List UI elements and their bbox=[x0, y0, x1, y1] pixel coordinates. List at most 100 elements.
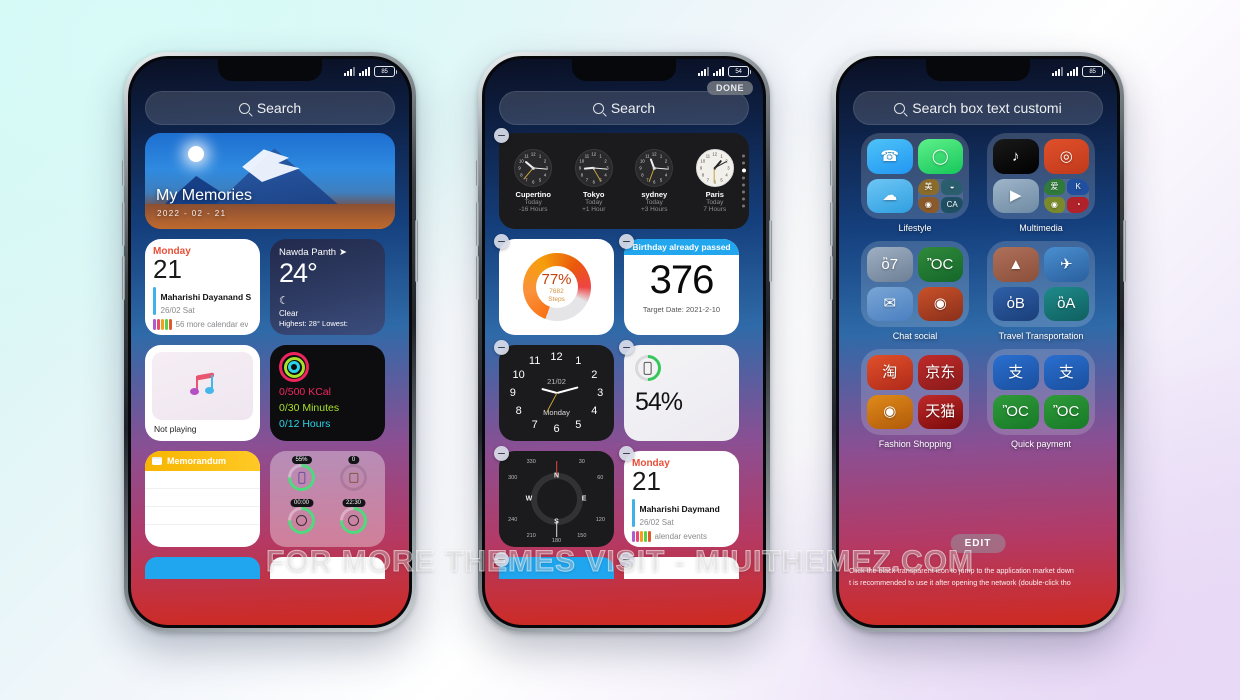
analog-clock-widget[interactable]: 21/02 Monday 1 2 3 4 5 6 7 8 9 10 11 12 bbox=[494, 340, 614, 441]
clock-day: Today bbox=[585, 199, 603, 206]
app-icon[interactable]: ◉ bbox=[917, 286, 963, 321]
remove-widget-button[interactable] bbox=[494, 340, 509, 355]
volume-up-button[interactable] bbox=[122, 202, 125, 246]
folder-fashion-shopping[interactable]: 淘 京东 ◉ 天猫 Fashion Shopping bbox=[861, 349, 969, 449]
clock-offset: -16 Hours bbox=[518, 206, 548, 213]
app-icon[interactable]: ὊC bbox=[917, 247, 963, 282]
app-icon[interactable]: K bbox=[1067, 178, 1089, 195]
app-icon[interactable]: 爱 bbox=[1043, 178, 1066, 195]
app-icon[interactable]: CA bbox=[941, 196, 963, 213]
app-icon[interactable]: 美 bbox=[917, 178, 940, 195]
volume-down-button[interactable] bbox=[476, 256, 479, 300]
app-icon[interactable]: ◯ bbox=[917, 139, 963, 174]
app-icon[interactable]: 京东 bbox=[917, 355, 963, 390]
clock-city: Cupertino bbox=[515, 190, 551, 199]
memo-widget[interactable]: Memorandum bbox=[145, 451, 260, 547]
power-button[interactable] bbox=[769, 220, 772, 282]
calendar-widget[interactable]: Monday 21 Maharishi Daymand 26/02 Sat al… bbox=[619, 446, 739, 547]
fitness-widget[interactable]: 0/500 KCal 0/30 Minutes 0/12 Hours bbox=[270, 345, 385, 441]
remove-widget-button[interactable] bbox=[494, 234, 509, 249]
search-bar[interactable]: Search bbox=[145, 91, 395, 125]
folder-chat-social[interactable]: ὂ7 ὊC ✉ ◉ Chat social bbox=[861, 241, 969, 341]
calendar-widget[interactable]: Monday 21 Maharishi Dayanand S 26/02 Sat bbox=[145, 239, 260, 335]
app-icon[interactable]: ◔ bbox=[1067, 196, 1089, 213]
volume-down-button[interactable] bbox=[830, 256, 833, 300]
widget-row-1: 123456789101112 Cupertino Today -16 Hour… bbox=[494, 128, 749, 229]
app-icon[interactable]: ✈ bbox=[1043, 247, 1089, 282]
app-glyph: ◉ bbox=[933, 295, 947, 313]
widget-grid-edit-mode: 123456789101112 Cupertino Today -16 Hour… bbox=[494, 128, 749, 621]
memo-line bbox=[145, 507, 260, 525]
search-bar[interactable]: Search box text customi bbox=[853, 91, 1103, 125]
steps-widget[interactable]: 77% 7682 Steps bbox=[494, 234, 614, 335]
volume-up-button[interactable] bbox=[830, 202, 833, 246]
mute-switch[interactable] bbox=[122, 160, 125, 186]
done-button[interactable]: DONE bbox=[706, 81, 753, 95]
app-icon[interactable]: ὀB bbox=[993, 286, 1039, 321]
app-icon[interactable]: 支 bbox=[993, 355, 1039, 390]
weather-condition: Clear bbox=[279, 309, 299, 318]
alarm-icon bbox=[296, 514, 307, 526]
battery-quad-widget[interactable]: 55% 0 00:00 22:30 bbox=[270, 451, 385, 547]
compass-cardinal: S bbox=[554, 518, 559, 526]
folder-preview: 淘 京东 ◉ 天猫 bbox=[861, 349, 969, 435]
app-icon[interactable]: ◉ bbox=[917, 196, 940, 213]
app-subfolder[interactable]: 美 ◒ ◉ CA bbox=[917, 178, 963, 213]
app-icon[interactable]: ♪ bbox=[993, 139, 1039, 174]
volume-down-button[interactable] bbox=[122, 256, 125, 300]
partial-widget-left[interactable] bbox=[494, 552, 614, 579]
search-bar[interactable]: Search bbox=[499, 91, 749, 125]
compass-degree: 240 bbox=[508, 517, 518, 524]
app-icon[interactable]: 支 bbox=[1043, 355, 1089, 390]
app-icon[interactable]: 天猫 bbox=[917, 394, 963, 429]
compass-widget[interactable]: N E S W 30 60 120 150 180 210 240 300 330 bbox=[494, 446, 614, 547]
folder-grid: ☎ ◯ ☁ 美 ◒ ◉ CA Lifestyle ♪ ◎ ▶ 爱 K ◉ ◔ Multimedia ὂ7 ὊC… bbox=[855, 133, 1101, 457]
folder-travel-transportation[interactable]: ▲ ✈ ὀB ὂA Travel Transportation bbox=[987, 241, 1095, 341]
app-icon[interactable]: 淘 bbox=[867, 355, 913, 390]
power-button[interactable] bbox=[415, 220, 418, 282]
mute-switch[interactable] bbox=[476, 160, 479, 186]
remove-widget-button[interactable] bbox=[619, 446, 634, 461]
app-subfolder[interactable]: 爱 K ◉ ◔ bbox=[1043, 178, 1089, 213]
remove-widget-button[interactable] bbox=[619, 552, 634, 567]
partial-widget-right[interactable] bbox=[619, 552, 739, 579]
app-icon[interactable]: ὂ7 bbox=[867, 247, 913, 282]
partial-widget-right[interactable] bbox=[270, 557, 385, 579]
remove-widget-button[interactable] bbox=[494, 128, 509, 143]
folder-lifestyle[interactable]: ☎ ◯ ☁ 美 ◒ ◉ CA Lifestyle bbox=[861, 133, 969, 233]
app-icon[interactable]: ☎ bbox=[867, 139, 913, 174]
search-icon bbox=[238, 102, 250, 114]
volume-up-button[interactable] bbox=[476, 202, 479, 246]
music-widget[interactable]: Not playing bbox=[145, 345, 260, 441]
battery-sim-label: 0 bbox=[347, 456, 360, 464]
app-icon[interactable]: ◎ bbox=[1043, 139, 1089, 174]
remove-widget-button[interactable] bbox=[619, 234, 634, 249]
edit-button[interactable]: EDIT bbox=[950, 534, 1006, 553]
app-icon[interactable]: ὊC bbox=[993, 394, 1039, 429]
remove-widget-button[interactable] bbox=[619, 340, 634, 355]
weather-widget[interactable]: Nawda Panth ➤ 24° ☾ Clear Highest: 28° L… bbox=[270, 239, 385, 335]
page-indicator[interactable] bbox=[742, 154, 746, 208]
battery-widget[interactable]: 54% bbox=[619, 340, 739, 441]
app-icon[interactable]: ▶ bbox=[993, 178, 1039, 213]
remove-widget-button[interactable] bbox=[494, 552, 509, 567]
mute-switch[interactable] bbox=[830, 160, 833, 186]
power-button[interactable] bbox=[1123, 220, 1126, 282]
app-icon[interactable]: ὊC bbox=[1043, 394, 1089, 429]
memories-widget[interactable]: My Memories 2022 - 02 - 21 bbox=[145, 133, 395, 229]
folder-multimedia[interactable]: ♪ ◎ ▶ 爱 K ◉ ◔ Multimedia bbox=[987, 133, 1095, 233]
app-icon[interactable]: ✉ bbox=[867, 286, 913, 321]
world-clocks-widget[interactable]: 123456789101112 Cupertino Today -16 Hour… bbox=[494, 128, 749, 229]
app-icon[interactable]: ☁ bbox=[867, 178, 913, 213]
app-icon[interactable]: ◒ bbox=[941, 178, 963, 195]
calendar-more-row: alendar events bbox=[632, 531, 731, 542]
app-icon[interactable]: ◉ bbox=[1043, 196, 1066, 213]
remove-widget-button[interactable] bbox=[494, 446, 509, 461]
status-bar: 54 bbox=[698, 66, 751, 77]
app-icon[interactable]: ◉ bbox=[867, 394, 913, 429]
folder-quick-payment[interactable]: 支 支 ὊC ὊC Quick payment bbox=[987, 349, 1095, 449]
partial-widget-left[interactable] bbox=[145, 557, 260, 579]
countdown-widget[interactable]: Birthday already passed 376 Target Date:… bbox=[619, 234, 739, 335]
app-icon[interactable]: ▲ bbox=[993, 247, 1039, 282]
app-icon[interactable]: ὂA bbox=[1043, 286, 1089, 321]
